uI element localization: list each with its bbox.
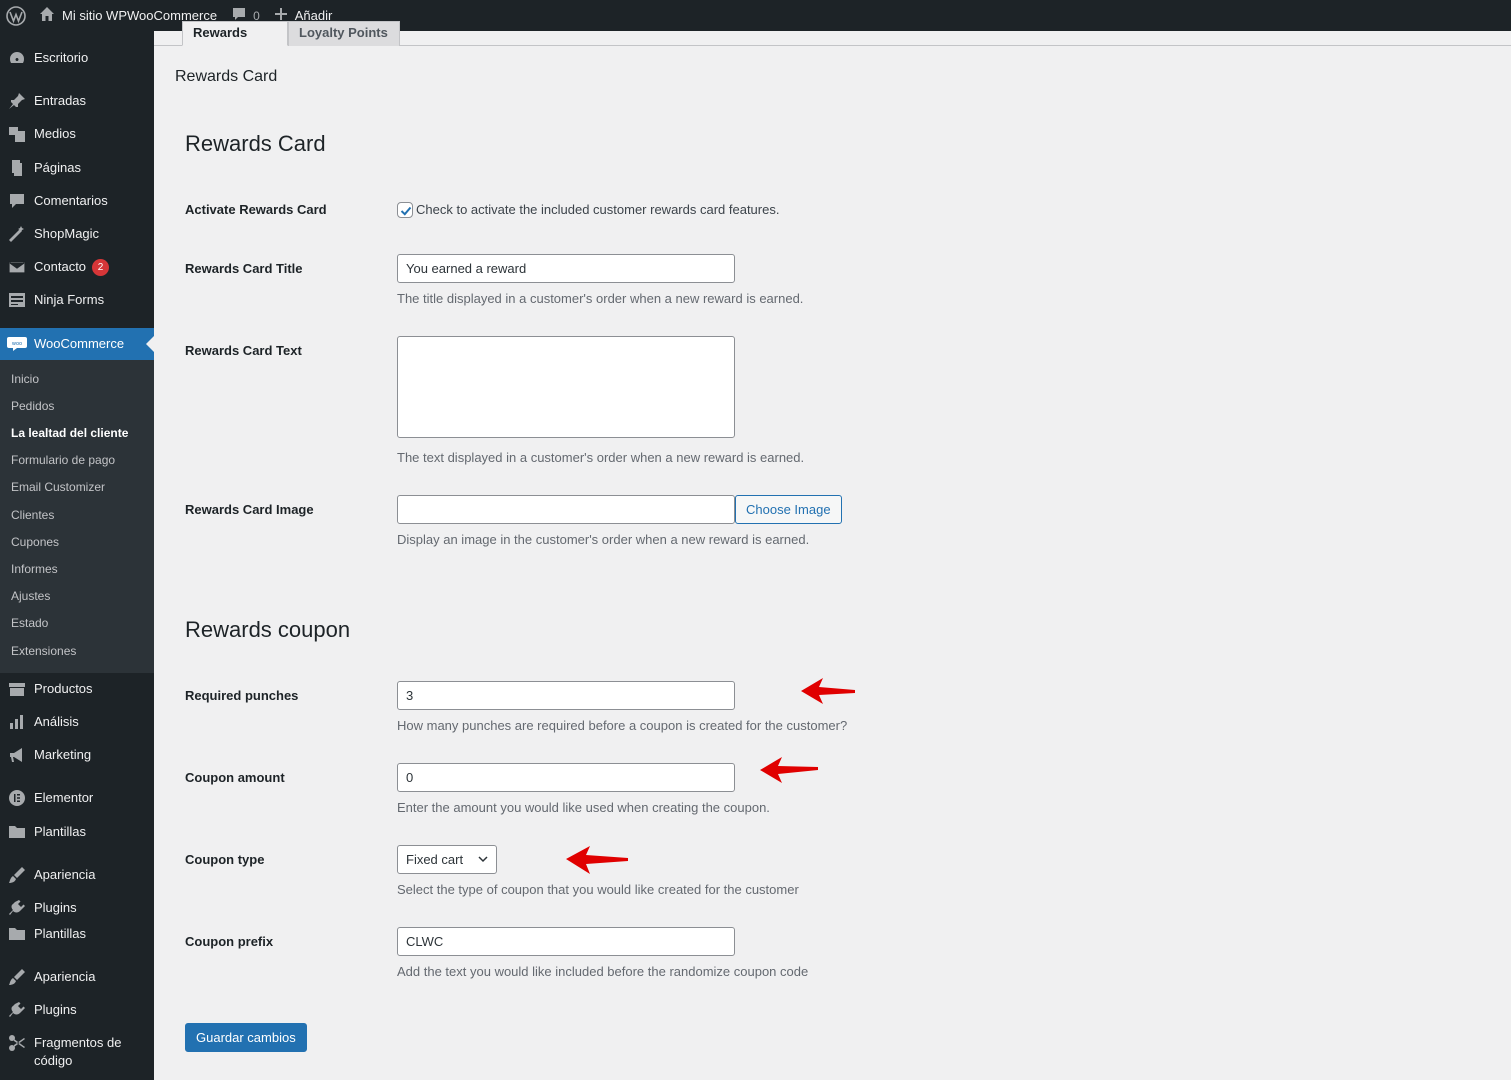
sidebar-item-analisis[interactable]: Análisis — [0, 713, 154, 731]
elementor-icon — [0, 789, 34, 807]
amount-description: Enter the amount you would like used whe… — [397, 800, 770, 815]
red-arrow-annotation — [566, 846, 628, 874]
sidebar-item-apariencia-2[interactable]: Apariencia — [0, 968, 154, 986]
title-description: The title displayed in a customer's orde… — [397, 291, 804, 306]
section-heading-rewards-coupon: Rewards coupon — [185, 617, 351, 642]
forms-icon — [0, 291, 34, 309]
sidebar-item-plantillas[interactable]: Plantillas — [0, 823, 154, 841]
title-label: Rewards Card Title — [185, 261, 303, 276]
tab-rewards-card[interactable]: Rewards Card — [182, 21, 288, 46]
type-label: Coupon type — [185, 852, 265, 867]
checkmark-icon — [400, 206, 412, 216]
magic-wand-icon — [0, 225, 34, 243]
coupon-type-select[interactable]: Fixed cart — [397, 845, 497, 874]
sidebar-item-plantillas-2[interactable]: Plantillas — [0, 925, 154, 943]
activate-checkbox-text: Check to activate the included customer … — [416, 202, 780, 217]
plug-icon — [0, 899, 34, 917]
scissors-icon — [0, 1034, 34, 1052]
prefix-label: Coupon prefix — [185, 934, 274, 949]
red-arrow-annotation — [801, 678, 855, 704]
main-content: Rewards Card Loyalty Points Rewards Card… — [154, 21, 1511, 1080]
submenu-item-extensiones[interactable]: Extensiones — [11, 644, 76, 658]
sidebar-item-escritorio[interactable]: Escritorio — [0, 49, 154, 67]
type-description: Select the type of coupon that you would… — [397, 882, 799, 897]
folder-icon — [0, 823, 34, 841]
sidebar-item-comentarios[interactable]: Comentarios — [0, 192, 154, 210]
submenu-item-lealtad[interactable]: La lealtad del cliente — [11, 426, 128, 440]
rewards-card-title-input[interactable]: You earned a reward — [397, 254, 735, 283]
text-label: Rewards Card Text — [185, 343, 302, 358]
activate-checkbox[interactable] — [397, 202, 413, 218]
sidebar-item-paginas[interactable]: Páginas — [0, 159, 154, 177]
section-heading-rewards-card: Rewards Card — [185, 131, 326, 156]
woo-icon: woo — [0, 337, 34, 351]
sidebar-item-fragmentos[interactable]: Fragmentos de código — [0, 1034, 154, 1070]
pin-icon — [0, 92, 34, 110]
submenu-item-estado[interactable]: Estado — [11, 616, 48, 630]
submenu-item-inicio[interactable]: Inicio — [11, 372, 39, 386]
sidebar-item-entradas[interactable]: Entradas — [0, 92, 154, 110]
archive-icon — [0, 680, 34, 698]
coupon-amount-input[interactable]: 0 — [397, 763, 735, 792]
punches-description: How many punches are required before a c… — [397, 718, 848, 733]
sidebar-item-contacto[interactable]: Contacto 2 — [0, 258, 154, 276]
required-punches-input[interactable]: 3 — [397, 681, 735, 710]
submenu-item-pedidos[interactable]: Pedidos — [11, 399, 54, 413]
sidebar-item-productos[interactable]: Productos — [0, 680, 154, 698]
red-arrow-annotation — [760, 757, 818, 783]
comment-icon — [0, 192, 34, 210]
prefix-description: Add the text you would like included bef… — [397, 964, 809, 979]
submenu-item-cupones[interactable]: Cupones — [11, 535, 59, 549]
submenu-item-ajustes[interactable]: Ajustes — [11, 589, 50, 603]
save-changes-button[interactable]: Guardar cambios — [185, 1023, 307, 1052]
sidebar-item-ninja-forms[interactable]: Ninja Forms — [0, 291, 154, 309]
sidebar-item-woocommerce[interactable]: woo WooCommerce — [0, 328, 154, 360]
svg-text:woo: woo — [12, 341, 22, 347]
choose-image-button[interactable]: Choose Image — [735, 495, 842, 524]
sidebar-item-elementor[interactable]: Elementor — [0, 789, 154, 807]
woocommerce-submenu: Inicio Pedidos La lealtad del cliente Fo… — [0, 360, 154, 673]
folder-icon — [0, 925, 34, 943]
image-label: Rewards Card Image — [185, 502, 314, 517]
mail-icon — [0, 258, 34, 276]
chevron-down-icon — [478, 856, 488, 863]
submenu-item-informes[interactable]: Informes — [11, 562, 58, 576]
plug-icon — [0, 1001, 34, 1019]
megaphone-icon — [0, 746, 34, 764]
coupon-type-value: Fixed cart — [406, 852, 464, 867]
sidebar-item-medios[interactable]: Medios — [0, 125, 154, 143]
notification-badge: 2 — [92, 258, 110, 276]
sidebar-item-plugins[interactable]: Plugins — [0, 899, 154, 917]
wordpress-logo-icon[interactable] — [0, 0, 32, 31]
amount-label: Coupon amount — [185, 770, 285, 785]
submenu-item-formulario-pago[interactable]: Formulario de pago — [11, 453, 115, 467]
activate-label: Activate Rewards Card — [185, 202, 327, 217]
submenu-item-email-customizer[interactable]: Email Customizer — [11, 480, 105, 494]
rewards-card-image-input[interactable] — [397, 495, 735, 524]
home-icon — [39, 6, 55, 25]
media-icon — [0, 125, 34, 143]
sidebar-item-shopmagic[interactable]: ShopMagic — [0, 225, 154, 243]
brush-icon — [0, 968, 34, 986]
sidebar-item-plugins-2[interactable]: Plugins — [0, 1001, 154, 1019]
punches-label: Required punches — [185, 688, 299, 703]
submenu-item-clientes[interactable]: Clientes — [11, 508, 54, 522]
page-icon — [0, 159, 34, 177]
coupon-prefix-input[interactable]: CLWC — [397, 927, 735, 956]
sidebar-item-apariencia[interactable]: Apariencia — [0, 866, 154, 884]
admin-sidebar: Escritorio Entradas Medios Páginas Comen… — [0, 31, 154, 1080]
brush-icon — [0, 866, 34, 884]
text-description: The text displayed in a customer's order… — [397, 450, 805, 465]
rewards-card-text-textarea[interactable] — [397, 336, 735, 438]
tab-loyalty-points[interactable]: Loyalty Points — [288, 21, 400, 46]
image-description: Display an image in the customer's order… — [397, 532, 810, 547]
sidebar-item-marketing[interactable]: Marketing — [0, 746, 154, 764]
dashboard-icon — [0, 49, 34, 67]
bar-chart-icon — [0, 713, 34, 731]
page-subtitle: Rewards Card — [175, 68, 278, 85]
